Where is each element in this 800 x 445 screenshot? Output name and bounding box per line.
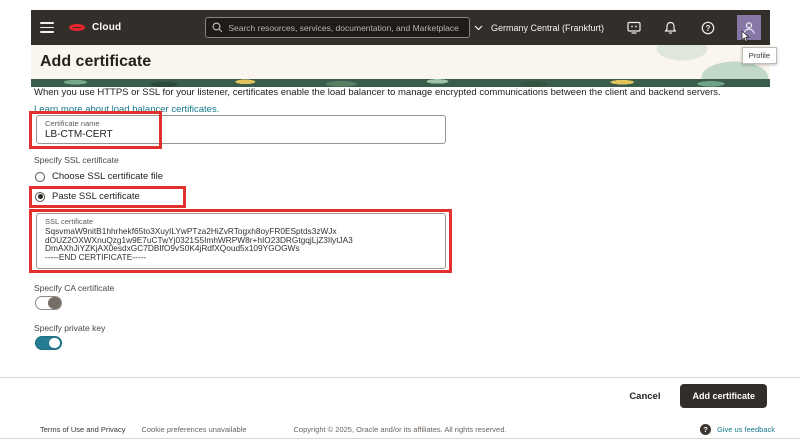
profile-button[interactable] [737,15,761,40]
profile-tooltip: Profile [742,47,777,64]
cancel-button[interactable]: Cancel [629,391,660,402]
private-key-section-label: Specify private key [34,323,105,333]
feedback-icon: ? [700,424,711,435]
feedback-link[interactable]: Give us feedback [717,425,775,434]
console-icon[interactable] [626,20,641,35]
terms-link[interactable]: Terms of Use and Privacy [40,425,125,434]
ca-section-label: Specify CA certificate [34,283,114,293]
radio-paste-ssl[interactable]: Paste SSL certificate [35,191,140,202]
cursor-icon [741,31,750,42]
region-selector[interactable]: Germany Central (Frankfurt) [474,23,604,33]
search-icon [212,22,223,33]
learn-more-link[interactable]: Learn more about load balancer certifica… [34,104,219,115]
page-footer: Copyright © 2025, Oracle and/or its affi… [0,420,800,439]
radio-checked-icon [35,192,45,202]
ssl-certificate-label: SSL certificate [45,217,437,226]
certificate-name-value: LB-CTM-CERT [45,129,437,140]
decorative-banner [31,79,770,87]
menu-icon[interactable] [40,22,54,33]
cookie-preferences-text: Cookie preferences unavailable [141,425,246,434]
page-title: Add certificate [40,53,151,71]
page-header: Add certificate [31,45,770,79]
radio-unchecked-icon [35,172,45,182]
search-bar [205,17,470,38]
certificate-name-label: Certificate name [45,119,437,128]
form-description: When you use HTTPS or SSL for your liste… [34,88,721,99]
brand-label: Cloud [92,22,121,33]
region-label: Germany Central (Frankfurt) [491,23,604,33]
search-input[interactable] [205,17,470,38]
action-bar: Cancel Add certificate [629,384,767,408]
certificate-name-field[interactable]: Certificate name LB-CTM-CERT [36,115,446,144]
ssl-certificate-textarea[interactable]: SSL certificate SqsvmaW9nitB1hhrhekf65to… [36,213,446,269]
ssl-section-label: Specify SSL certificate [34,155,119,165]
brand-logo[interactable]: Cloud [69,22,121,33]
radio-choose-ssl-file[interactable]: Choose SSL certificate file [35,171,163,182]
svg-text:?: ? [705,23,710,32]
ssl-certificate-value: SqsvmaW9nitB1hhrhekf65to3XuyILYwPTza2HiZ… [45,227,437,262]
add-certificate-button[interactable]: Add certificate [680,384,767,408]
top-navbar: Cloud Germany Central (Frankfurt) [31,10,770,45]
add-certificate-form: When you use HTTPS or SSL for your liste… [31,88,770,377]
ca-certificate-toggle[interactable] [35,296,62,310]
actions-divider [0,377,800,378]
private-key-toggle[interactable] [35,336,62,350]
oracle-logo-icon [69,24,85,31]
help-icon[interactable]: ? [700,20,715,35]
bell-icon[interactable] [663,20,678,35]
chevron-down-icon [474,25,483,31]
